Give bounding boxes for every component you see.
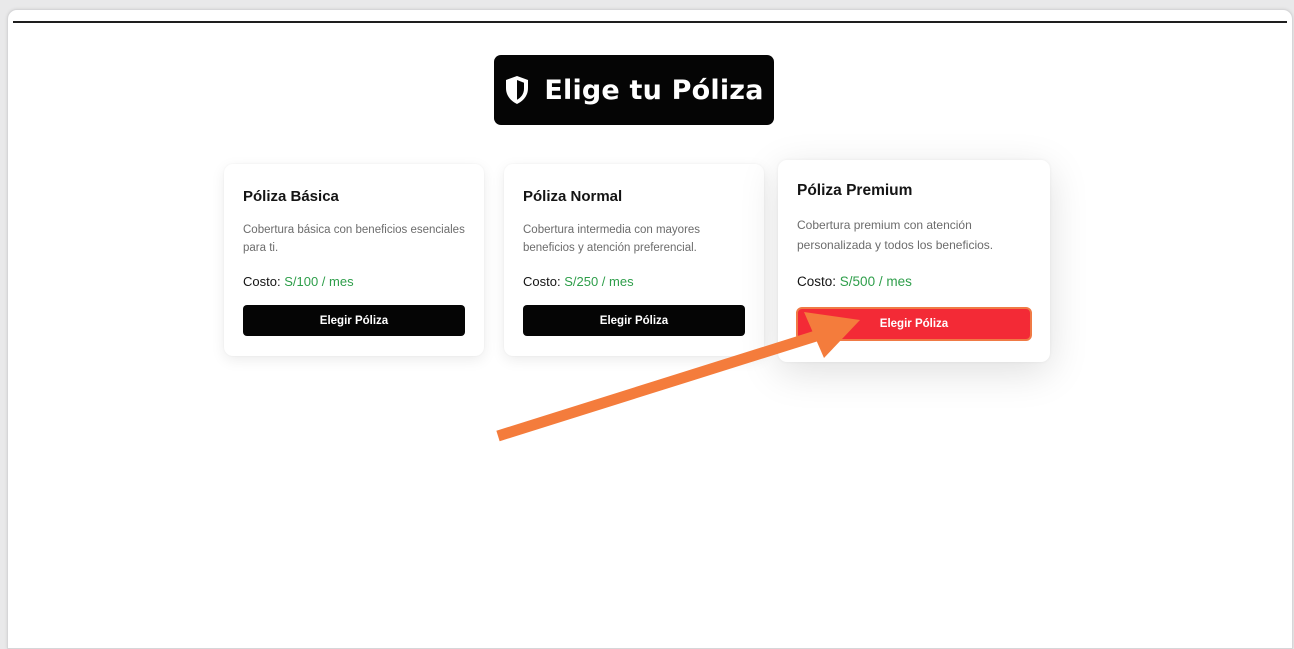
plan-card-basic: Póliza Básica Cobertura básica con benef…	[224, 164, 484, 356]
top-divider	[13, 21, 1287, 23]
choose-plan-basic-button[interactable]: Elegir Póliza	[243, 305, 465, 336]
browser-viewport: Elige tu Póliza Póliza Básica Cobertura …	[7, 9, 1293, 649]
plan-description: Cobertura intermedia con mayores benefic…	[523, 224, 701, 254]
shield-icon	[506, 76, 529, 104]
plan-card-normal: Póliza Normal Cobertura intermedia con m…	[504, 164, 764, 356]
plan-cost: Costo: S/250 / mes	[523, 274, 634, 289]
cost-amount: S/500 / mes	[839, 274, 912, 289]
page-title-banner: Elige tu Póliza	[494, 55, 774, 125]
cost-amount: S/250 / mes	[564, 274, 634, 289]
cost-label: Costo:	[797, 274, 837, 289]
plan-title: Póliza Normal	[523, 188, 623, 205]
plan-cost: Costo: S/100 / mes	[243, 274, 354, 289]
plan-card-premium: Póliza Premium Cobertura premium con ate…	[778, 160, 1050, 362]
cost-amount: S/100 / mes	[284, 274, 354, 289]
plan-cost: Costo: S/500 / mes	[797, 274, 912, 289]
cost-label: Costo:	[243, 274, 281, 289]
plan-description: Cobertura premium con atención personali…	[797, 218, 994, 252]
page-title: Elige tu Póliza	[544, 74, 764, 106]
plan-title: Póliza Premium	[797, 182, 913, 199]
choose-plan-premium-button[interactable]: Elegir Póliza	[796, 307, 1032, 341]
plan-title: Póliza Básica	[243, 188, 339, 205]
choose-plan-normal-button[interactable]: Elegir Póliza	[523, 305, 745, 336]
plan-description: Cobertura básica con beneficios esencial…	[243, 224, 465, 254]
cost-label: Costo:	[523, 274, 561, 289]
